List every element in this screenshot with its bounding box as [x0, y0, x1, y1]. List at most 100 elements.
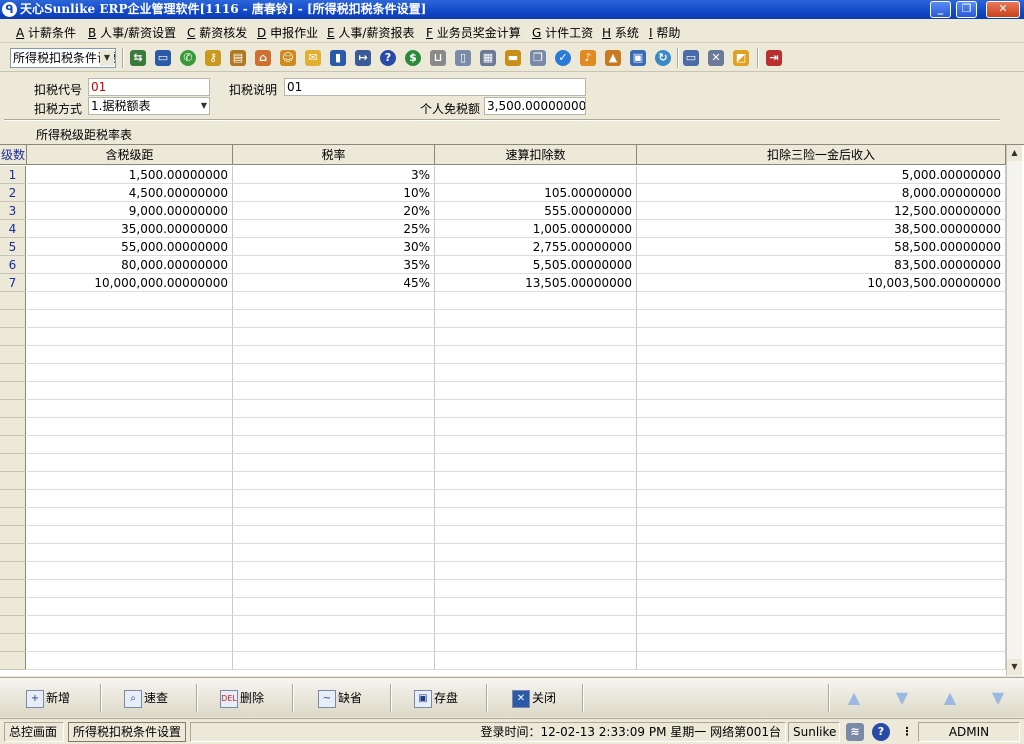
- cell-rate[interactable]: 30%: [233, 238, 435, 256]
- cell-bracket[interactable]: [27, 544, 233, 562]
- cell-bracket[interactable]: 55,000.00000000: [27, 238, 233, 256]
- row-number[interactable]: [0, 328, 26, 346]
- cell-bracket[interactable]: [27, 526, 233, 544]
- cell-bracket[interactable]: [27, 400, 233, 418]
- cell-deduction[interactable]: 13,505.00000000: [435, 274, 637, 292]
- cell-income[interactable]: [637, 346, 1006, 364]
- cell-deduction[interactable]: [435, 346, 637, 364]
- cell-deduction[interactable]: [435, 634, 637, 652]
- prev-record-icon[interactable]: ▲: [938, 686, 962, 710]
- cell-income[interactable]: 83,500.00000000: [637, 256, 1006, 274]
- cell-income[interactable]: [637, 472, 1006, 490]
- home-icon[interactable]: ⌂: [255, 50, 271, 66]
- cell-bracket[interactable]: [27, 508, 233, 526]
- row-number[interactable]: [0, 382, 26, 400]
- cell-rate[interactable]: [233, 418, 435, 436]
- row-number[interactable]: [0, 544, 26, 562]
- cell-rate[interactable]: [233, 508, 435, 526]
- cell-rate[interactable]: 10%: [233, 184, 435, 202]
- row-number[interactable]: [0, 364, 26, 382]
- cell-deduction[interactable]: [435, 454, 637, 472]
- row-number[interactable]: [0, 454, 26, 472]
- cell-deduction[interactable]: 105.00000000: [435, 184, 637, 202]
- cell-deduction[interactable]: [435, 598, 637, 616]
- chevron-down-icon[interactable]: ▼: [201, 98, 207, 114]
- row-number[interactable]: [0, 598, 26, 616]
- cell-rate[interactable]: [233, 472, 435, 490]
- cell-bracket[interactable]: [27, 472, 233, 490]
- cell-rate[interactable]: 35%: [233, 256, 435, 274]
- network-icon[interactable]: ≋: [846, 723, 864, 741]
- column-header-deduction[interactable]: 速算扣除数: [435, 145, 637, 165]
- refresh-icon[interactable]: ↻: [655, 50, 671, 66]
- row-number[interactable]: [0, 310, 26, 328]
- column-header-income[interactable]: 扣除三险一金后收入: [637, 145, 1006, 165]
- menu-calc-conditions[interactable]: A 计薪条件: [16, 24, 76, 41]
- cell-deduction[interactable]: [435, 310, 637, 328]
- close-button[interactable]: ✕ 关闭: [512, 682, 556, 714]
- key-icon[interactable]: ⚷: [205, 50, 221, 66]
- cell-bracket[interactable]: [27, 310, 233, 328]
- row-number[interactable]: [0, 436, 26, 454]
- cell-income[interactable]: 58,500.00000000: [637, 238, 1006, 256]
- cell-deduction[interactable]: 555.00000000: [435, 202, 637, 220]
- cell-bracket[interactable]: 9,000.00000000: [27, 202, 233, 220]
- cell-income[interactable]: 12,500.00000000: [637, 202, 1006, 220]
- row-number[interactable]: [0, 346, 26, 364]
- cell-rate[interactable]: [233, 616, 435, 634]
- document-icon[interactable]: ▯: [455, 50, 471, 66]
- home-tab[interactable]: 总控画面: [4, 722, 64, 742]
- pin-icon[interactable]: ↦: [355, 50, 371, 66]
- menu-declaration[interactable]: D 申报作业: [257, 24, 318, 41]
- dollar-icon[interactable]: $: [405, 50, 421, 66]
- cell-income[interactable]: 8,000.00000000: [637, 184, 1006, 202]
- tree-icon[interactable]: ▲: [605, 50, 621, 66]
- window-icon[interactable]: ▭: [683, 50, 699, 66]
- menu-system[interactable]: H 系统: [602, 24, 639, 41]
- cell-rate[interactable]: [233, 526, 435, 544]
- cell-deduction[interactable]: [435, 328, 637, 346]
- cell-income[interactable]: 38,500.00000000: [637, 220, 1006, 238]
- cell-income[interactable]: [637, 616, 1006, 634]
- cell-deduction[interactable]: [435, 400, 637, 418]
- scroll-up-icon[interactable]: ▲: [1007, 145, 1022, 161]
- row-number[interactable]: [0, 472, 26, 490]
- menu-piece-wage[interactable]: G 计件工资: [532, 24, 593, 41]
- briefcase-icon[interactable]: ▤: [230, 50, 246, 66]
- cell-deduction[interactable]: [435, 472, 637, 490]
- cell-deduction[interactable]: [435, 166, 637, 184]
- code-field[interactable]: 01: [88, 78, 210, 96]
- restore-button[interactable]: ❐: [956, 1, 977, 18]
- column-header-level[interactable]: 级数: [0, 145, 27, 165]
- column-header-rate[interactable]: 税率: [233, 145, 435, 165]
- row-number[interactable]: 5: [0, 238, 26, 256]
- cell-deduction[interactable]: [435, 418, 637, 436]
- row-number[interactable]: [0, 292, 26, 310]
- cell-deduction[interactable]: [435, 526, 637, 544]
- cell-bracket[interactable]: [27, 598, 233, 616]
- cell-bracket[interactable]: 80,000.00000000: [27, 256, 233, 274]
- monitor-icon[interactable]: ▭: [155, 50, 171, 66]
- desc-field[interactable]: 01: [284, 78, 586, 96]
- cell-rate[interactable]: [233, 598, 435, 616]
- exit-icon[interactable]: ⇥: [766, 50, 782, 66]
- row-number[interactable]: [0, 652, 26, 670]
- cell-deduction[interactable]: [435, 292, 637, 310]
- help-icon[interactable]: ?: [872, 723, 890, 741]
- cell-income[interactable]: [637, 598, 1006, 616]
- chevron-down-icon[interactable]: ▼: [100, 50, 114, 66]
- cell-rate[interactable]: [233, 328, 435, 346]
- copy-icon[interactable]: ❐: [530, 50, 546, 66]
- cell-bracket[interactable]: [27, 562, 233, 580]
- cell-rate[interactable]: [233, 436, 435, 454]
- tile-icon[interactable]: ◩: [733, 50, 749, 66]
- first-record-icon[interactable]: ▲: [842, 686, 866, 710]
- cell-income[interactable]: [637, 310, 1006, 328]
- cell-deduction[interactable]: [435, 544, 637, 562]
- cell-deduction[interactable]: [435, 562, 637, 580]
- exempt-field[interactable]: 3,500.00000000: [484, 97, 586, 115]
- cell-bracket[interactable]: 10,000,000.00000000: [27, 274, 233, 292]
- cell-bracket[interactable]: [27, 364, 233, 382]
- cell-income[interactable]: [637, 508, 1006, 526]
- book-icon[interactable]: ▮: [330, 50, 346, 66]
